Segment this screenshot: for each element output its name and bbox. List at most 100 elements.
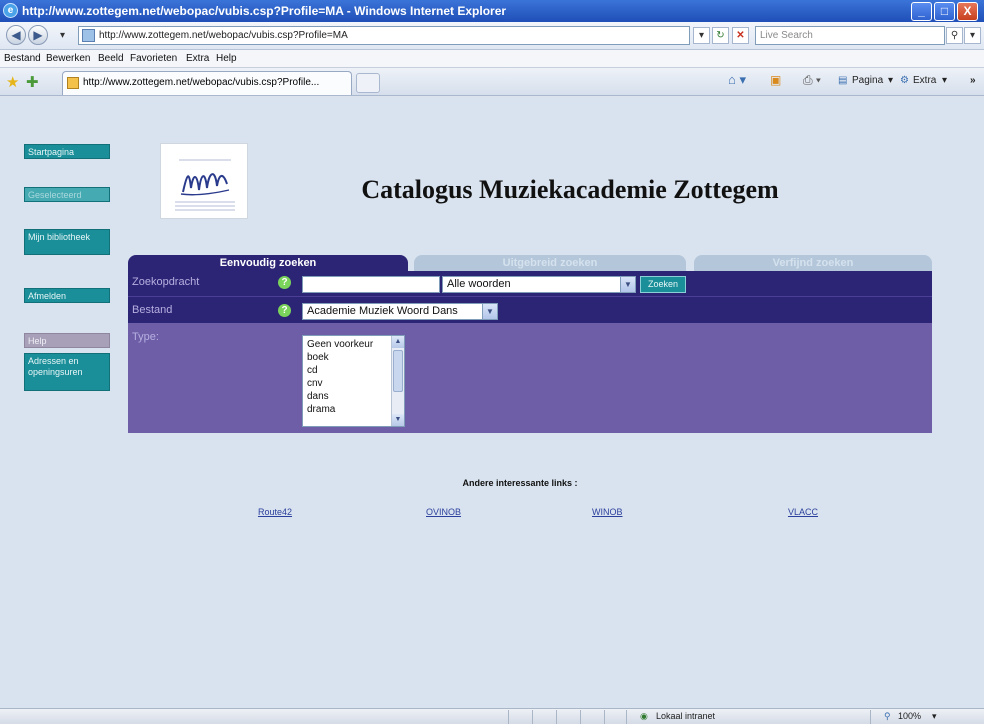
address-input[interactable]: http://www.zottegem.net/webopac/vubis.cs… xyxy=(78,26,690,45)
zoom-icon: ⚲ xyxy=(884,711,891,721)
tools-menu-icon: ⚙ xyxy=(900,75,909,86)
type-listbox[interactable]: Geen voorkeur boek cd cnv dans drama ▲ ▼ xyxy=(302,335,405,427)
browser-tab[interactable]: http://www.zottegem.net/webopac/vubis.cs… xyxy=(62,71,352,95)
search-mode-value: Alle woorden xyxy=(447,278,511,290)
bestand-row: Bestand ? Academie Muziek Woord Dans ▼ xyxy=(128,296,932,323)
list-item[interactable]: drama xyxy=(307,404,335,415)
help-question-icon[interactable]: ? xyxy=(278,304,291,317)
status-bar: ◉ Lokaal intranet ⚲ 100% ▾ xyxy=(0,708,984,724)
sidebar-item-adressen[interactable]: Adressen en openingsuren xyxy=(24,353,110,391)
zoom-level[interactable]: 100% xyxy=(898,711,921,721)
search-form: Zoekopdracht ? Alle woorden ▼ Zoeken Bes… xyxy=(128,271,932,433)
list-item[interactable]: Geen voorkeur xyxy=(307,339,373,350)
new-tab-button[interactable] xyxy=(356,73,380,93)
menu-extra[interactable]: Extra xyxy=(186,53,209,64)
search-query-input[interactable] xyxy=(302,276,440,293)
stop-icon[interactable]: ✕ xyxy=(732,27,749,44)
search-input[interactable]: Live Search xyxy=(755,26,945,45)
close-button[interactable]: X xyxy=(957,2,978,21)
address-url: http://www.zottegem.net/webopac/vubis.cs… xyxy=(99,30,348,41)
search-mode-select[interactable]: Alle woorden ▼ xyxy=(442,276,636,293)
add-favorite-icon[interactable]: ✚ xyxy=(26,73,39,91)
tab-uitgebreid-zoeken[interactable]: Uitgebreid zoeken xyxy=(414,255,686,271)
zoekopdracht-label: Zoekopdracht xyxy=(132,276,200,288)
page-menu-icon: ▤ xyxy=(838,75,848,86)
list-item[interactable]: cnv xyxy=(307,378,323,389)
sidebar-item-geselecteerd[interactable]: Geselecteerd xyxy=(24,187,110,202)
link-winob[interactable]: WINOB xyxy=(592,507,623,517)
list-item[interactable]: boek xyxy=(307,352,329,363)
tab-page-icon xyxy=(67,77,79,89)
menu-bar: Bestand Bewerken Beeld Favorieten Extra … xyxy=(0,50,984,68)
forward-icon[interactable]: ▶ xyxy=(28,25,48,45)
chevron-down-icon: ▼ xyxy=(482,304,497,319)
tab-title: http://www.zottegem.net/webopac/vubis.cs… xyxy=(83,77,320,88)
search-options-icon[interactable]: ▾ xyxy=(964,27,981,44)
status-divider xyxy=(604,710,605,724)
menu-bestand[interactable]: Bestand xyxy=(4,53,41,64)
intranet-zone-icon: ◉ xyxy=(640,711,648,721)
links-title: Andere interessante links : xyxy=(462,478,578,488)
link-vlacc[interactable]: VLACC xyxy=(788,507,818,517)
tab-eenvoudig-zoeken[interactable]: Eenvoudig zoeken xyxy=(128,255,408,271)
page-menu-arrow-icon: ▾ xyxy=(888,75,894,86)
list-item[interactable]: dans xyxy=(307,391,329,402)
recent-pages-icon[interactable]: ▾ xyxy=(54,28,71,45)
menu-favorieten[interactable]: Favorieten xyxy=(130,53,177,64)
sidebar-item-help[interactable]: Help xyxy=(24,333,110,348)
help-question-icon[interactable]: ? xyxy=(278,276,291,289)
address-dropdown-icon[interactable]: ▾ xyxy=(693,27,710,44)
bestand-label: Bestand xyxy=(132,304,173,316)
zoeken-button[interactable]: Zoeken xyxy=(640,276,686,293)
query-row: Zoekopdracht ? Alle woorden ▼ Zoeken xyxy=(128,271,932,296)
bestand-select[interactable]: Academie Muziek Woord Dans ▼ xyxy=(302,303,498,320)
status-divider xyxy=(580,710,581,724)
tools-menu-arrow-icon: ▾ xyxy=(942,75,948,86)
sidebar-item-afmelden[interactable]: Afmelden xyxy=(24,288,110,303)
refresh-icon[interactable]: ↻ xyxy=(712,27,729,44)
list-item[interactable]: cd xyxy=(307,365,318,376)
status-divider xyxy=(556,710,557,724)
favorites-star-icon[interactable]: ★ xyxy=(6,73,19,91)
page-icon xyxy=(82,29,95,42)
tab-bar: ★ ✚ http://www.zottegem.net/webopac/vubi… xyxy=(0,68,984,96)
sidebar-item-mijn-bibliotheek[interactable]: Mijn bibliotheek xyxy=(24,229,110,255)
scroll-thumb[interactable] xyxy=(393,350,403,392)
page-content: Startpagina Geselecteerd Mijn bibliothee… xyxy=(0,97,984,708)
link-route42[interactable]: Route42 xyxy=(258,507,292,517)
menu-help[interactable]: Help xyxy=(216,53,237,64)
window-title: http://www.zottegem.net/webopac/vubis.cs… xyxy=(22,4,507,18)
link-ovinob[interactable]: OVINOB xyxy=(426,507,461,517)
status-divider xyxy=(508,710,509,724)
menu-bewerken[interactable]: Bewerken xyxy=(46,53,90,64)
status-divider xyxy=(870,710,871,724)
back-icon[interactable]: ◀ xyxy=(6,25,26,45)
search-icon[interactable]: ⚲ xyxy=(946,27,963,44)
sidebar-item-startpagina[interactable]: Startpagina xyxy=(24,144,110,159)
chevron-down-icon: ▼ xyxy=(620,277,635,292)
page-title: Catalogus Muziekacademie Zottegem xyxy=(361,175,779,204)
tab-verfijnd-zoeken[interactable]: Verfijnd zoeken xyxy=(694,255,932,271)
academy-logo xyxy=(160,143,248,219)
type-listbox-scrollbar[interactable]: ▲ ▼ xyxy=(391,336,404,426)
status-divider xyxy=(532,710,533,724)
chevron-more-icon[interactable]: » xyxy=(970,75,976,86)
bestand-value: Academie Muziek Woord Dans xyxy=(307,305,458,317)
window-titlebar: e http://www.zottegem.net/webopac/vubis.… xyxy=(0,0,984,22)
status-divider xyxy=(626,710,627,724)
security-zone: Lokaal intranet xyxy=(656,711,716,721)
tools-menu[interactable]: Extra xyxy=(913,75,936,86)
zoom-dropdown-icon[interactable]: ▾ xyxy=(932,711,937,722)
ie-logo-icon: e xyxy=(3,3,18,18)
feeds-icon[interactable]: ▣ xyxy=(770,73,781,87)
scroll-down-icon[interactable]: ▼ xyxy=(392,414,404,426)
minimize-button[interactable]: _ xyxy=(911,2,932,21)
home-icon[interactable]: ⌂ ▾ xyxy=(728,72,746,88)
scroll-up-icon[interactable]: ▲ xyxy=(392,336,404,348)
print-icon[interactable]: ⎙ ▾ xyxy=(803,73,821,88)
type-label: Type: xyxy=(132,331,159,343)
maximize-button[interactable]: □ xyxy=(934,2,955,21)
menu-beeld[interactable]: Beeld xyxy=(98,53,124,64)
address-toolbar: ◀ ▶ ▾ http://www.zottegem.net/webopac/vu… xyxy=(0,22,984,50)
page-menu[interactable]: Pagina xyxy=(852,75,883,86)
